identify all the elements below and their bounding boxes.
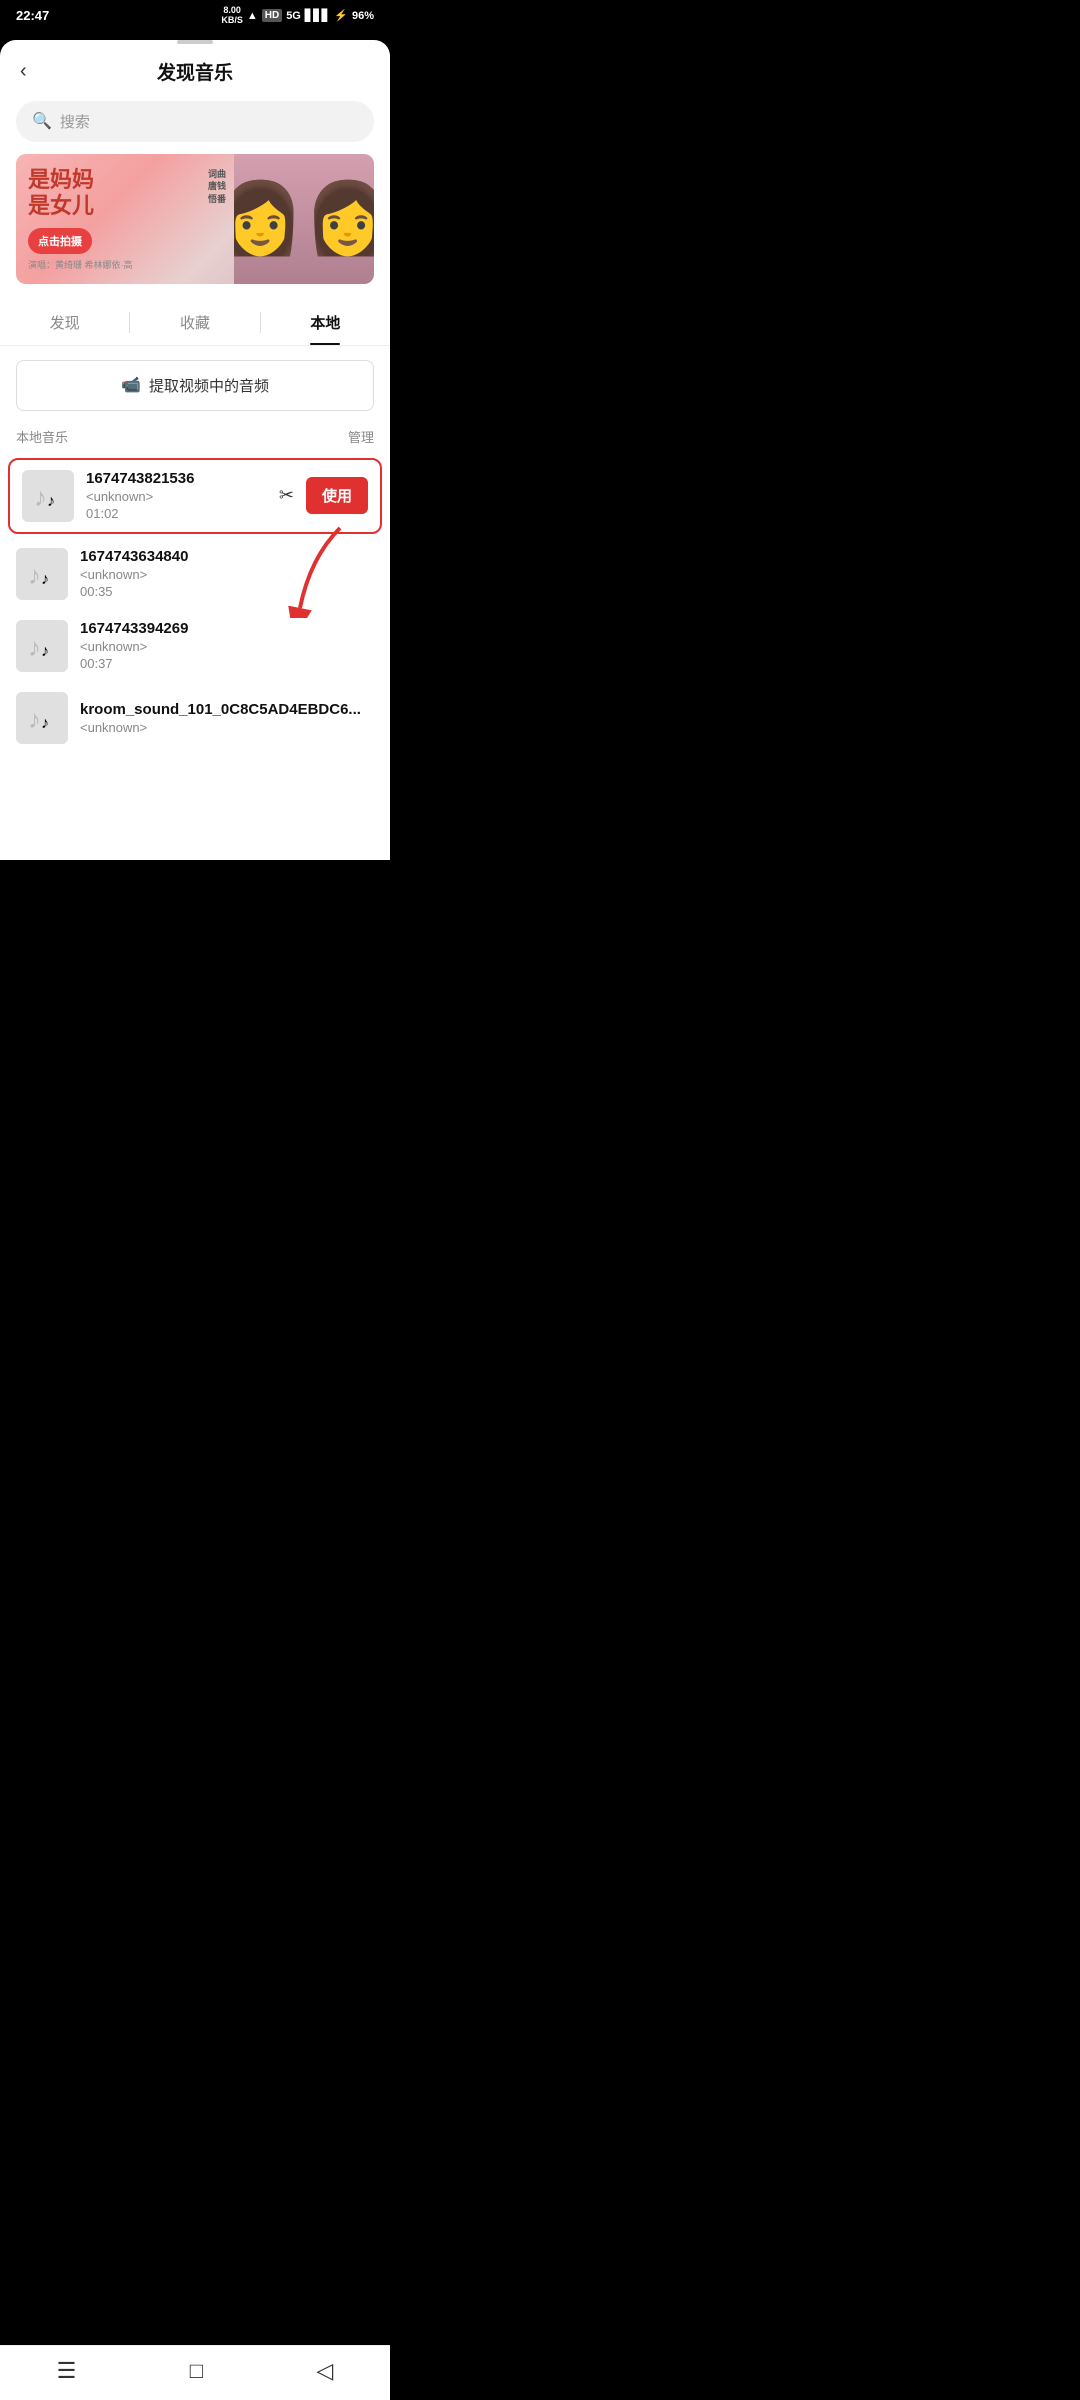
search-placeholder: 搜索 bbox=[60, 111, 90, 132]
nav-menu-icon[interactable]: ☰ bbox=[57, 2358, 77, 2384]
music-list: ♪ 1674743821536 <unknown> 01:02 ✂ 使用 bbox=[0, 458, 390, 754]
music-duration-1: 01:02 bbox=[86, 506, 267, 521]
search-bar[interactable]: 🔍 搜索 bbox=[16, 101, 374, 142]
manage-button[interactable]: 管理 bbox=[348, 427, 374, 446]
signal-icon: ▋▋▋ bbox=[305, 9, 330, 22]
music-item-3[interactable]: ♪ 1674743394269 <unknown> 00:37 bbox=[0, 610, 390, 682]
tiktok-icon-3: ♪ bbox=[28, 632, 56, 660]
nav-back-icon[interactable]: ◁ bbox=[316, 2358, 333, 2384]
music-info-4: kroom_sound_101_0C8C5AD4EBDC6... <unknow… bbox=[80, 701, 374, 735]
music-actions-1: ✂ 使用 bbox=[279, 477, 368, 514]
back-button[interactable]: ‹ bbox=[20, 60, 27, 83]
banner-title-line1: 是妈妈 词曲 唐钱 悟番 bbox=[28, 167, 222, 193]
tab-local[interactable]: 本地 bbox=[261, 300, 390, 345]
tab-discover[interactable]: 发现 bbox=[0, 300, 129, 345]
tiktok-icon-4: ♪ bbox=[28, 704, 56, 732]
main-sheet: ‹ 发现音乐 🔍 搜索 是妈妈 词曲 唐钱 悟番 是女儿 点击拍摄 演唱：黄绮珊… bbox=[0, 40, 390, 860]
banner-title-line2: 是女儿 bbox=[28, 193, 222, 219]
music-artist-4: <unknown> bbox=[80, 720, 374, 735]
music-thumb-1: ♪ bbox=[22, 470, 74, 522]
arrow-svg bbox=[280, 518, 360, 618]
music-thumb-2: ♪ bbox=[16, 548, 68, 600]
music-artist-3: <unknown> bbox=[80, 639, 374, 654]
music-info-3: 1674743394269 <unknown> 00:37 bbox=[80, 620, 374, 671]
music-title-4: kroom_sound_101_0C8C5AD4EBDC6... bbox=[80, 701, 374, 718]
tiktok-icon-2: ♪ bbox=[28, 560, 56, 588]
music-thumb-3: ♪ bbox=[16, 620, 68, 672]
status-bar: 22:47 8.00 KB/S ▲ HD 5G ▋▋▋ ⚡ 96% bbox=[0, 0, 390, 30]
battery-level: 96% bbox=[352, 10, 374, 22]
music-title-3: 1674743394269 bbox=[80, 620, 374, 637]
music-duration-3: 00:37 bbox=[80, 656, 374, 671]
network-speed: 8.00 KB/S bbox=[221, 6, 243, 26]
status-icons: 8.00 KB/S ▲ HD 5G ▋▋▋ ⚡ 96% bbox=[221, 6, 374, 26]
local-music-section-header: 本地音乐 管理 bbox=[0, 421, 390, 454]
5g-icon: 5G bbox=[286, 10, 301, 22]
bolt-icon: ⚡ bbox=[334, 9, 348, 22]
tab-bar: 发现 收藏 本地 bbox=[0, 300, 390, 346]
extract-audio-button[interactable]: 📹 提取视频中的音频 bbox=[16, 360, 374, 411]
tiktok-icon-1: ♪ bbox=[34, 482, 62, 510]
banner-subtitle: 演唱：黄绮珊 希林娜依·高 bbox=[28, 258, 222, 271]
banner-text: 是妈妈 词曲 唐钱 悟番 是女儿 点击拍摄 演唱：黄绮珊 希林娜依·高 bbox=[16, 154, 234, 284]
page-header: ‹ 发现音乐 bbox=[0, 44, 390, 95]
extract-icon: 📹 bbox=[121, 375, 141, 395]
music-title-1: 1674743821536 bbox=[86, 470, 267, 487]
music-info-1: 1674743821536 <unknown> 01:02 bbox=[86, 470, 267, 521]
wifi-icon: ▲ bbox=[247, 10, 258, 22]
extract-label: 提取视频中的音频 bbox=[149, 375, 269, 396]
status-time: 22:47 bbox=[16, 8, 49, 23]
music-item-4[interactable]: ♪ kroom_sound_101_0C8C5AD4EBDC6... <unkn… bbox=[0, 682, 390, 754]
scissors-icon-1[interactable]: ✂ bbox=[279, 485, 294, 506]
banner-image: 👩‍👩 bbox=[234, 154, 374, 284]
banner[interactable]: 是妈妈 词曲 唐钱 悟番 是女儿 点击拍摄 演唱：黄绮珊 希林娜依·高 👩‍👩 bbox=[16, 154, 374, 284]
tab-favorites[interactable]: 收藏 bbox=[130, 300, 259, 345]
nav-home-icon[interactable]: □ bbox=[190, 2358, 203, 2384]
use-button-1[interactable]: 使用 bbox=[306, 477, 368, 514]
bottom-nav: ☰ □ ◁ bbox=[0, 2345, 390, 2400]
hd-badge: HD bbox=[262, 9, 282, 22]
search-icon: 🔍 bbox=[32, 111, 52, 131]
banner-cta-button[interactable]: 点击拍摄 bbox=[28, 228, 92, 254]
music-thumb-4: ♪ bbox=[16, 692, 68, 744]
page-title: 发现音乐 bbox=[157, 58, 233, 85]
music-artist-1: <unknown> bbox=[86, 489, 267, 504]
section-title: 本地音乐 bbox=[16, 427, 68, 446]
